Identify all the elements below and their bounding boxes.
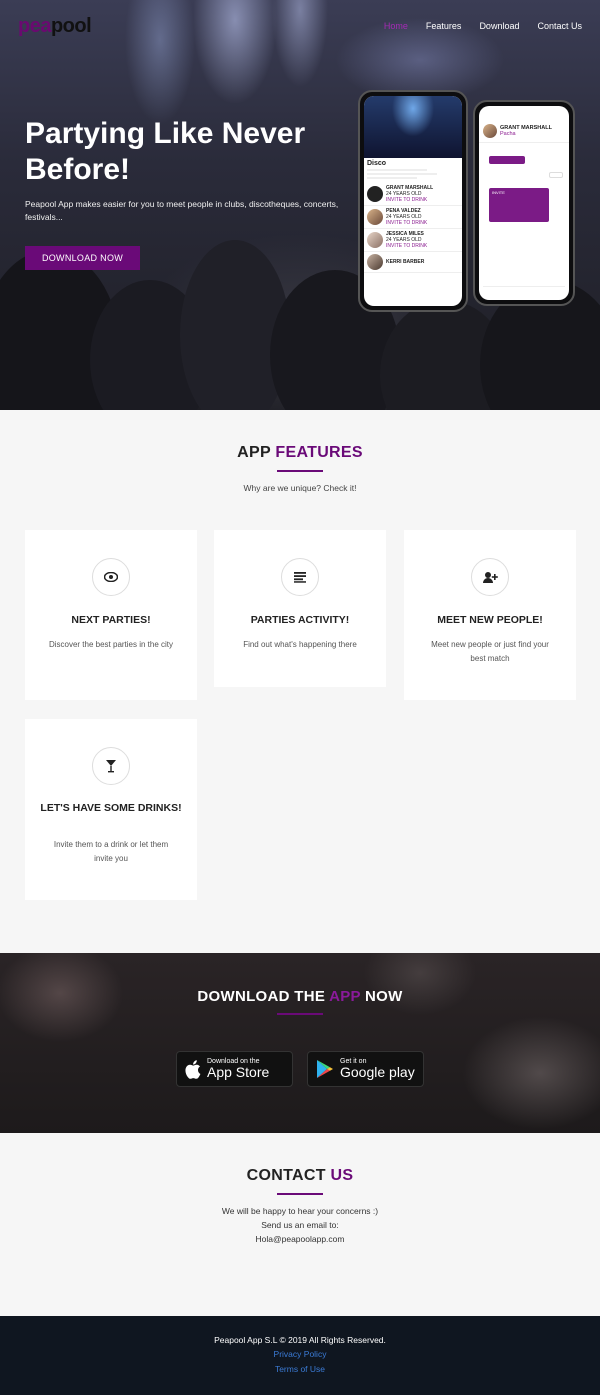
avatar <box>367 232 383 248</box>
avatar <box>367 186 383 202</box>
feature-text: Invite them to a drink or let them invit… <box>53 840 169 863</box>
main-nav: Home Features Download Contact Us <box>384 21 582 31</box>
eye-icon <box>92 558 130 596</box>
title-underline <box>277 470 323 472</box>
contact-section: CONTACT US We will be happy to hear your… <box>0 1133 600 1316</box>
feature-title: LET'S HAVE SOME DRINKS! <box>40 802 182 814</box>
download-section: DOWNLOAD THE APP NOW Download on the App… <box>0 953 600 1133</box>
feature-card: LET'S HAVE SOME DRINKS! Invite them to a… <box>25 719 197 900</box>
phone-screen: GRANT MARSHALL Pacha INVITE <box>479 106 569 300</box>
avatar <box>483 124 497 138</box>
phone-screen: Disco GRANT MARSHALL 24 YEARS OLD INVITE T… <box>364 96 462 306</box>
features-subtitle: Why are we unique? Check it! <box>243 483 357 493</box>
apple-icon <box>185 1059 201 1079</box>
avatar <box>367 209 383 225</box>
feature-text: Discover the best parties in the city <box>48 640 174 649</box>
nav-contact[interactable]: Contact Us <box>537 21 582 31</box>
contact-text: We will be happy to hear your concerns :… <box>221 1206 379 1216</box>
contact-email[interactable]: Hola@peapoolapp.com <box>0 1234 600 1244</box>
contact-text: Send us an email to: <box>261 1220 339 1230</box>
hero-title: Partying Like Never Before! <box>25 117 306 186</box>
footer: Peapool App S.L © 2019 All Rights Reserv… <box>0 1316 600 1395</box>
chat-bubble <box>549 172 563 178</box>
feature-card: NEXT PARTIES! Discover the best parties … <box>25 530 197 700</box>
add-user-icon <box>471 558 509 596</box>
list-item[interactable]: PENA VALDEZ 24 YEARS OLD INVITE TO DRINK <box>364 206 462 229</box>
list-item[interactable]: GRANT MARSHALL 24 YEARS OLD INVITE TO DRIN… <box>364 183 462 206</box>
feature-text: Find out what's happening there <box>243 640 357 649</box>
venue-name: Disco <box>367 160 387 167</box>
download-title: DOWNLOAD THE APP NOW <box>197 988 403 1005</box>
nav-home[interactable]: Home <box>384 21 408 31</box>
cocktail-icon <box>92 747 130 785</box>
list-item[interactable]: JESSICA MILES 24 YEARS OLD INVITE TO DRINK <box>364 229 462 252</box>
features-title: APP FEATURES <box>237 444 363 461</box>
navbar: peapool Home Features Download Contact U… <box>0 0 600 52</box>
feature-card: PARTIES ACTIVITY! Find out what's happen… <box>214 530 386 687</box>
terms-of-use-link[interactable]: Terms of Use <box>0 1364 600 1374</box>
list-item[interactable]: KERRI BARBER <box>364 252 462 273</box>
download-now-button[interactable]: DOWNLOAD NOW <box>25 246 140 270</box>
feature-card: MEET NEW PEOPLE! Meet new people or just… <box>404 530 576 700</box>
avatar <box>367 254 383 270</box>
copyright: Peapool App S.L © 2019 All Rights Reserv… <box>214 1335 386 1345</box>
features-section: APP FEATURES Why are we unique? Check it… <box>0 410 600 953</box>
invite-card: INVITE <box>489 188 549 222</box>
hero-section: peapool Home Features Download Contact U… <box>0 0 600 410</box>
message-input[interactable] <box>483 286 565 296</box>
google-play-icon <box>317 1060 333 1078</box>
nav-download[interactable]: Download <box>479 21 519 31</box>
app-store-button[interactable]: Download on the App Store <box>176 1051 293 1087</box>
hero-subtitle: Peapool App makes easier for you to meet… <box>25 199 339 222</box>
brand-logo[interactable]: peapool <box>18 15 92 38</box>
phone-mockup-chat: GRANT MARSHALL Pacha INVITE <box>473 100 575 306</box>
list-icon <box>281 558 319 596</box>
feature-title: NEXT PARTIES! <box>71 614 151 626</box>
feature-title: PARTIES ACTIVITY! <box>250 614 350 626</box>
feature-text: Meet new people or just find your best m… <box>431 640 549 663</box>
google-play-button[interactable]: Get it on Google play <box>307 1051 424 1087</box>
chat-bubble <box>489 156 525 164</box>
concert-photo <box>364 96 462 158</box>
phone-mockup-list: Disco GRANT MARSHALL 24 YEARS OLD INVITE T… <box>358 90 468 312</box>
contact-title: CONTACT US <box>246 1167 354 1184</box>
title-underline <box>277 1013 323 1015</box>
chat-header: GRANT MARSHALL Pacha <box>479 106 569 143</box>
nav-features[interactable]: Features <box>426 21 462 31</box>
title-underline <box>277 1193 323 1195</box>
feature-title: MEET NEW PEOPLE! <box>437 614 543 626</box>
privacy-policy-link[interactable]: Privacy Policy <box>0 1349 600 1359</box>
